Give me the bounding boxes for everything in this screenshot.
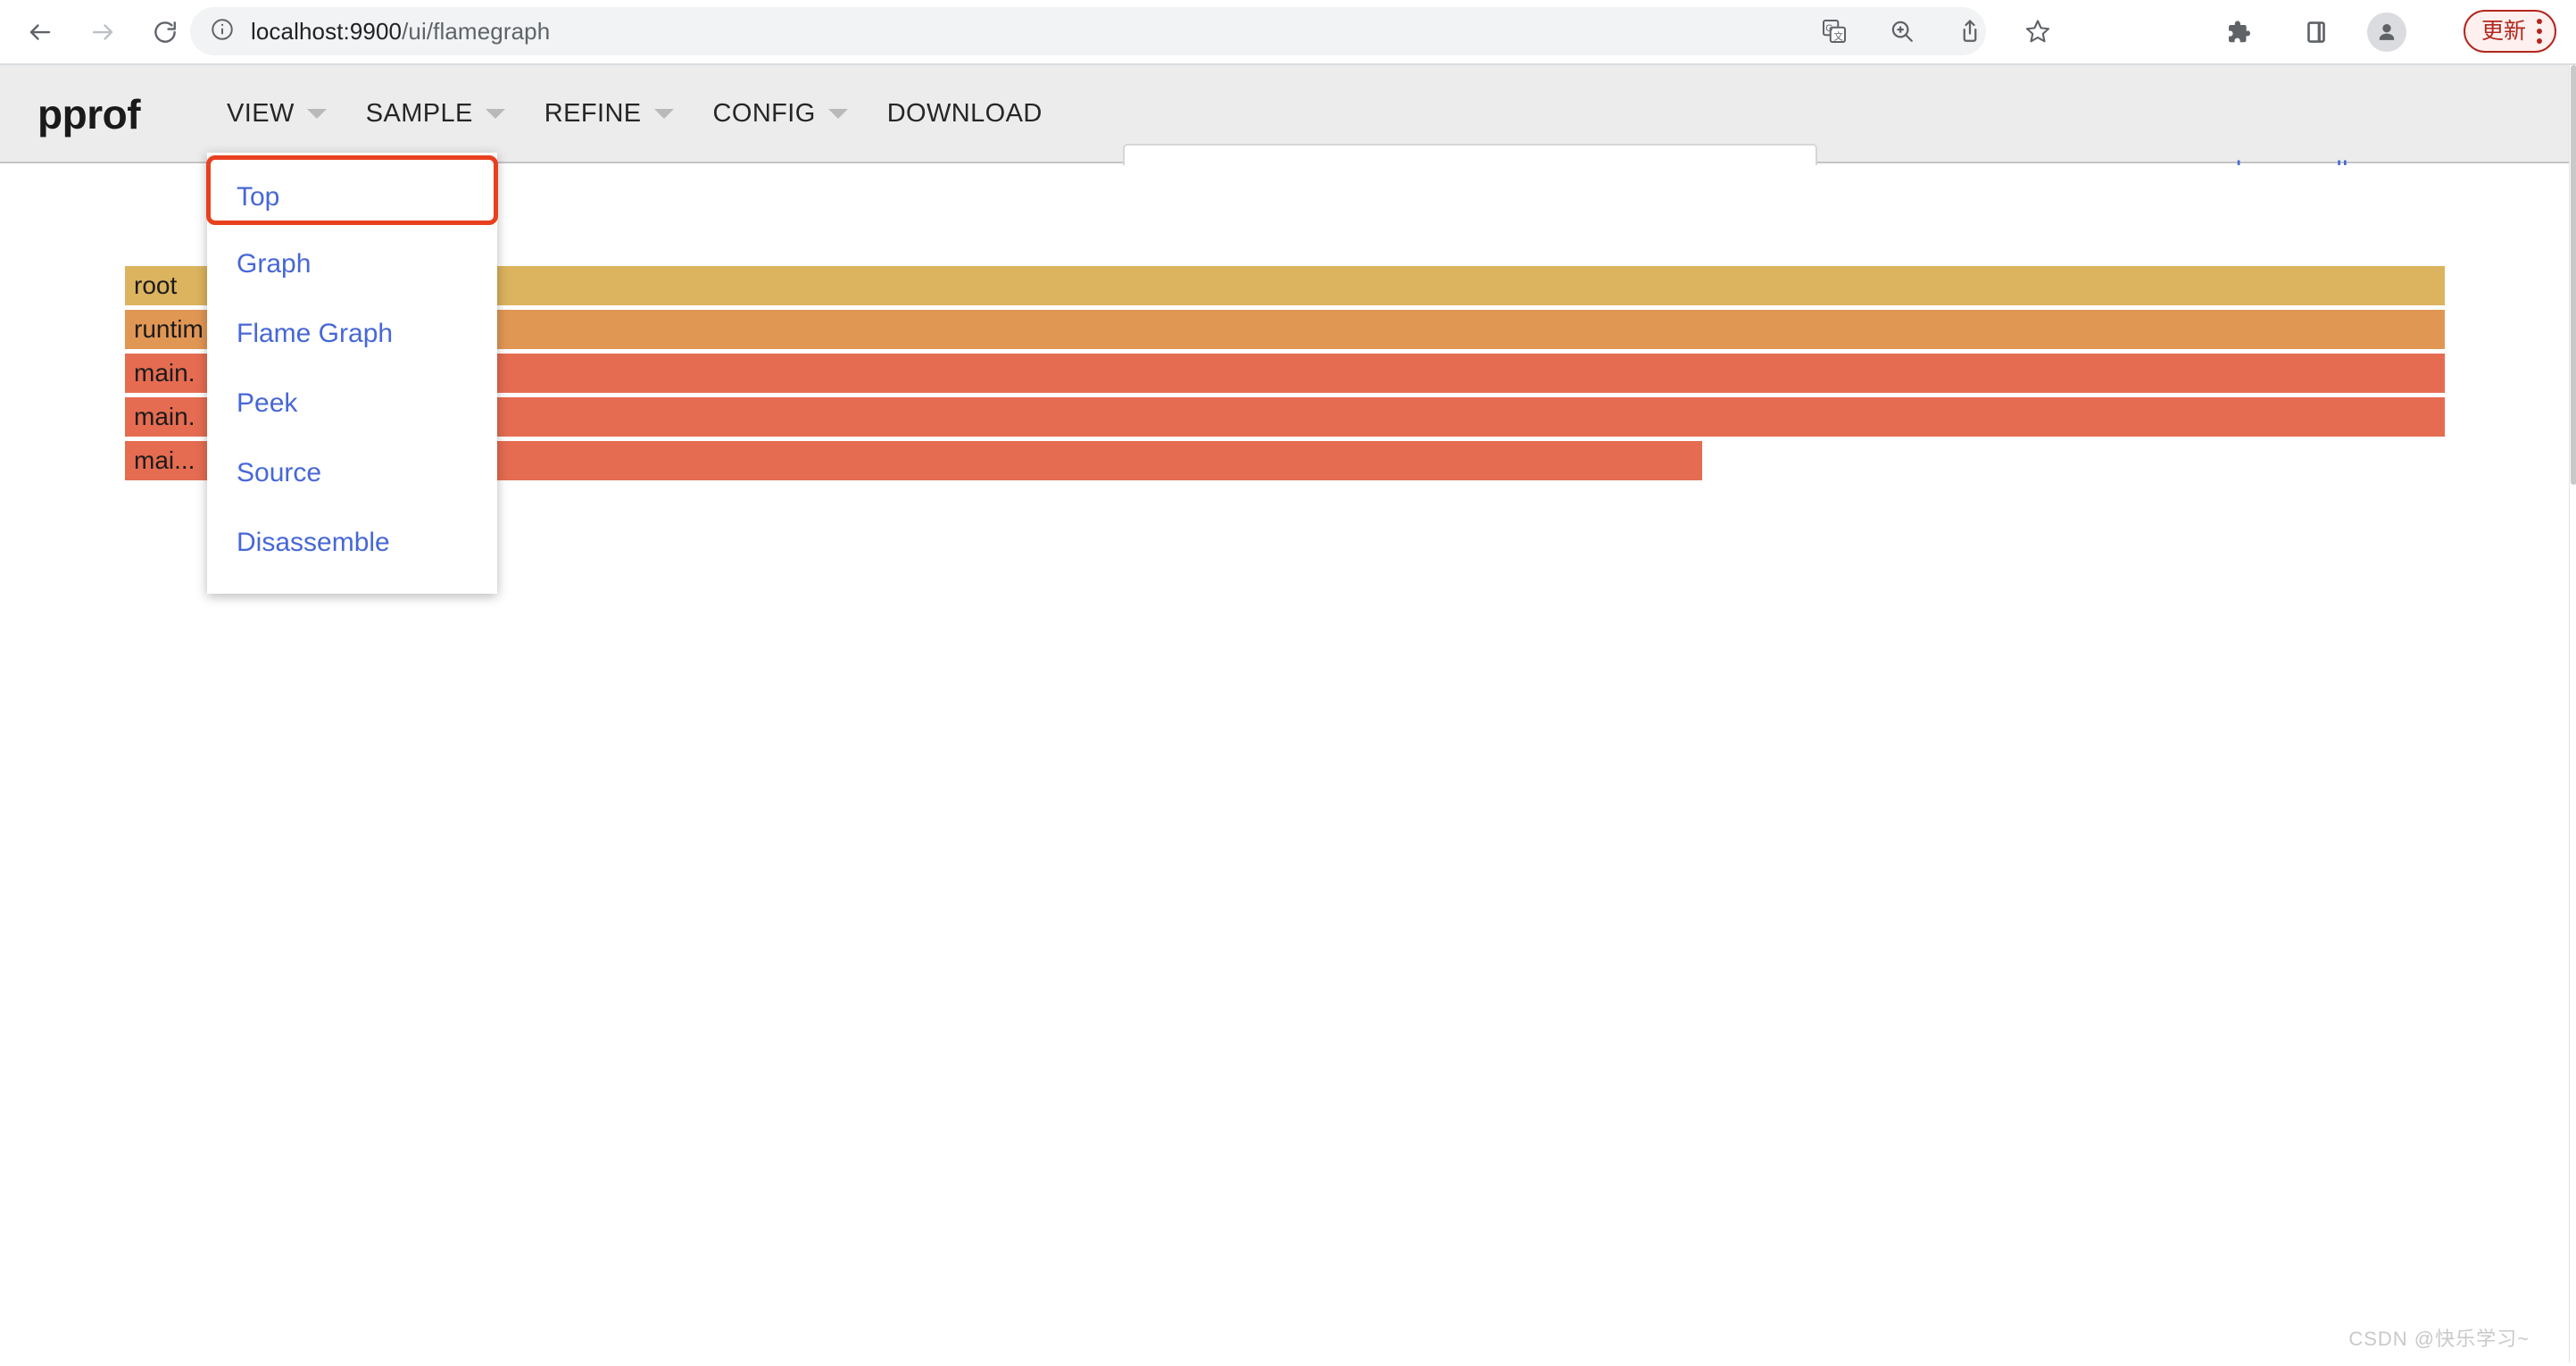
dropdown-item-source[interactable]: Source xyxy=(207,438,497,508)
share-icon[interactable] xyxy=(1949,11,1990,52)
page-scrollbar[interactable] xyxy=(2569,65,2576,1366)
reload-icon[interactable] xyxy=(137,4,193,60)
extension-icons xyxy=(2217,0,2337,63)
menu-sample[interactable]: SAMPLE xyxy=(346,65,525,162)
scrollbar-thumb[interactable] xyxy=(2571,65,2576,485)
chevron-down-icon xyxy=(306,108,327,119)
update-button-label: 更新 xyxy=(2480,18,2526,44)
view-dropdown-menu: Top Graph Flame Graph Peek Source Disass… xyxy=(207,153,497,594)
dropdown-item-disassemble[interactable]: Disassemble xyxy=(207,508,497,578)
profile-avatar-icon[interactable] xyxy=(2367,12,2406,52)
menu-view[interactable]: VIEW xyxy=(207,65,346,162)
menu-view-label: VIEW xyxy=(227,98,295,128)
watermark-text: CSDN @快乐学习~ xyxy=(2348,1328,2530,1350)
zoom-search-icon[interactable] xyxy=(1882,11,1923,52)
flame-frame-label: root xyxy=(134,271,178,299)
flame-frame-label: main. xyxy=(134,359,195,387)
chevron-down-icon xyxy=(653,108,674,119)
url-bar[interactable]: localhost:9900/ui/flamegraph xyxy=(190,7,1986,55)
flame-frame-label: runtim xyxy=(134,315,204,343)
dropdown-item-flame-graph[interactable]: Flame Graph xyxy=(207,299,497,369)
menu-config-label: CONFIG xyxy=(712,98,816,128)
pprof-logo: pprof xyxy=(37,91,141,137)
menu-config[interactable]: CONFIG xyxy=(694,65,868,162)
chevron-down-icon xyxy=(827,108,848,119)
update-button[interactable]: 更新 xyxy=(2463,10,2556,53)
pprof-menu-bar: VIEW SAMPLE REFINE CONFIG DOWNLOAD xyxy=(207,65,1062,162)
menu-download[interactable]: DOWNLOAD xyxy=(868,65,1062,162)
kebab-menu-icon[interactable] xyxy=(2537,19,2542,44)
info-circle-icon[interactable] xyxy=(210,17,235,46)
side-panel-icon[interactable] xyxy=(2296,12,2337,53)
pprof-header: pprof VIEW SAMPLE REFINE CONFIG DOWNLOAD… xyxy=(0,65,2569,215)
browser-toolbar: localhost:9900/ui/flamegraph G文 更新 xyxy=(0,0,2576,63)
svg-text:文: 文 xyxy=(1833,30,1843,42)
extensions-puzzle-icon[interactable] xyxy=(2217,12,2258,53)
dropdown-item-peek[interactable]: Peek xyxy=(207,369,497,438)
dropdown-item-top[interactable]: Top xyxy=(207,165,497,229)
chevron-down-icon xyxy=(485,108,505,119)
forward-arrow-icon[interactable] xyxy=(75,4,130,60)
translate-icon[interactable]: G文 xyxy=(1814,11,1855,52)
svg-text:G: G xyxy=(1825,23,1832,34)
back-arrow-icon[interactable] xyxy=(12,4,68,60)
menu-download-label: DOWNLOAD xyxy=(886,98,1043,128)
url-text: localhost:9900/ui/flamegraph xyxy=(251,17,551,45)
menu-sample-label: SAMPLE xyxy=(365,98,473,128)
flame-frame-label: mai... xyxy=(134,446,195,474)
menu-refine[interactable]: REFINE xyxy=(525,65,694,162)
bookmark-star-icon[interactable] xyxy=(2017,11,2058,52)
dropdown-item-graph[interactable]: Graph xyxy=(207,229,497,299)
flame-frame-label: main. xyxy=(134,403,195,430)
bottom-edge xyxy=(0,1362,2576,1366)
menu-refine-label: REFINE xyxy=(544,98,642,128)
omnibox-action-icons: G文 xyxy=(1814,7,2080,55)
navigation-buttons xyxy=(12,4,193,60)
